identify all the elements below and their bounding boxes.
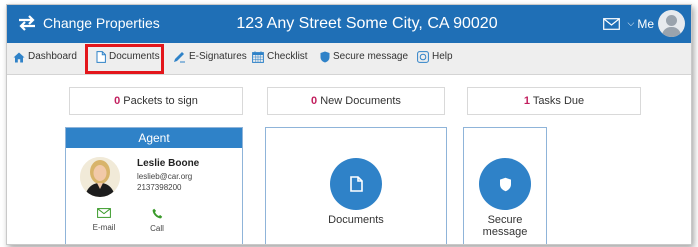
pen-icon <box>174 52 185 63</box>
nav-item-label: Checklist <box>267 51 308 62</box>
calendar-icon <box>252 51 264 63</box>
call-agent-button[interactable]: Call <box>137 208 177 233</box>
mail-icon <box>97 208 111 218</box>
summary-count: 0 <box>114 95 121 107</box>
documents-tile-circle <box>330 158 382 210</box>
home-icon <box>13 52 25 62</box>
property-address: 123 Any Street Some City, CA 90020 <box>7 14 691 34</box>
secure-message-tile-circle <box>479 158 531 210</box>
user-avatar-icon[interactable] <box>658 10 685 37</box>
summary-text: Tasks Due <box>532 95 585 107</box>
chevron-down-icon: ⌵ <box>627 18 635 28</box>
help-icon <box>417 51 429 63</box>
nav-item-label: Dashboard <box>28 51 77 62</box>
summary-text: Packets to sign <box>123 95 198 107</box>
nav-item-documents[interactable]: Documents <box>96 50 160 64</box>
agent-name: Leslie Boone <box>137 158 200 169</box>
secure-message-tile[interactable]: Secure message <box>463 127 547 244</box>
nav-item-checklist[interactable]: Checklist <box>252 50 308 64</box>
agent-card: Agent Leslie Boone leslieb@car.org 21373… <box>65 127 243 244</box>
email-label: E-mail <box>92 223 116 232</box>
mail-icon[interactable] <box>602 17 620 30</box>
property-address-text: 123 Any Street Some City, CA 90020 <box>236 15 498 32</box>
user-menu-label: Me <box>637 16 654 31</box>
header-bar: Change Properties 123 Any Street Some Ci… <box>7 5 691 43</box>
agent-email: leslieb@car.org <box>137 172 193 181</box>
summary-count: 0 <box>311 95 318 107</box>
summary-text: New Documents <box>320 95 401 107</box>
document-icon <box>349 176 363 192</box>
nav-item-secure-message[interactable]: Secure message <box>320 50 408 64</box>
agent-card-title: Agent <box>66 128 242 148</box>
email-agent-button[interactable]: E-mail <box>84 208 124 232</box>
secure-message-tile-label: Secure message <box>482 214 528 238</box>
new-documents-summary[interactable]: 0 New Documents <box>267 87 445 115</box>
document-icon <box>96 51 106 63</box>
nav-item-help[interactable]: Help <box>417 50 453 64</box>
app-window: Change Properties 123 Any Street Some Ci… <box>6 4 692 245</box>
summary-count: 1 <box>523 95 530 107</box>
agent-phone: 2137398200 <box>137 183 182 192</box>
packets-to-sign-summary[interactable]: 0 Packets to sign <box>69 87 243 115</box>
shield-icon <box>320 51 330 63</box>
user-menu[interactable]: ⌵ Me <box>628 17 655 31</box>
documents-tile[interactable]: Documents <box>265 127 447 244</box>
nav-item-label: Help <box>432 51 453 62</box>
documents-tile-label: Documents <box>328 214 384 226</box>
shield-icon <box>499 177 511 191</box>
phone-icon <box>152 208 162 219</box>
user-area: ⌵ Me <box>602 10 685 37</box>
call-label: Call <box>150 224 164 233</box>
tasks-due-summary[interactable]: 1 Tasks Due <box>467 87 641 115</box>
agent-photo <box>80 157 120 197</box>
nav-item-label: Documents <box>109 51 160 62</box>
nav-item-e-signatures[interactable]: E-Signatures <box>173 50 247 64</box>
nav-bar: Dashboard Documents E-Signatures Checkli… <box>7 43 691 75</box>
nav-item-label: Secure message <box>333 51 409 62</box>
nav-item-dashboard[interactable]: Dashboard <box>13 50 77 64</box>
nav-item-label: E-Signatures <box>189 51 247 62</box>
